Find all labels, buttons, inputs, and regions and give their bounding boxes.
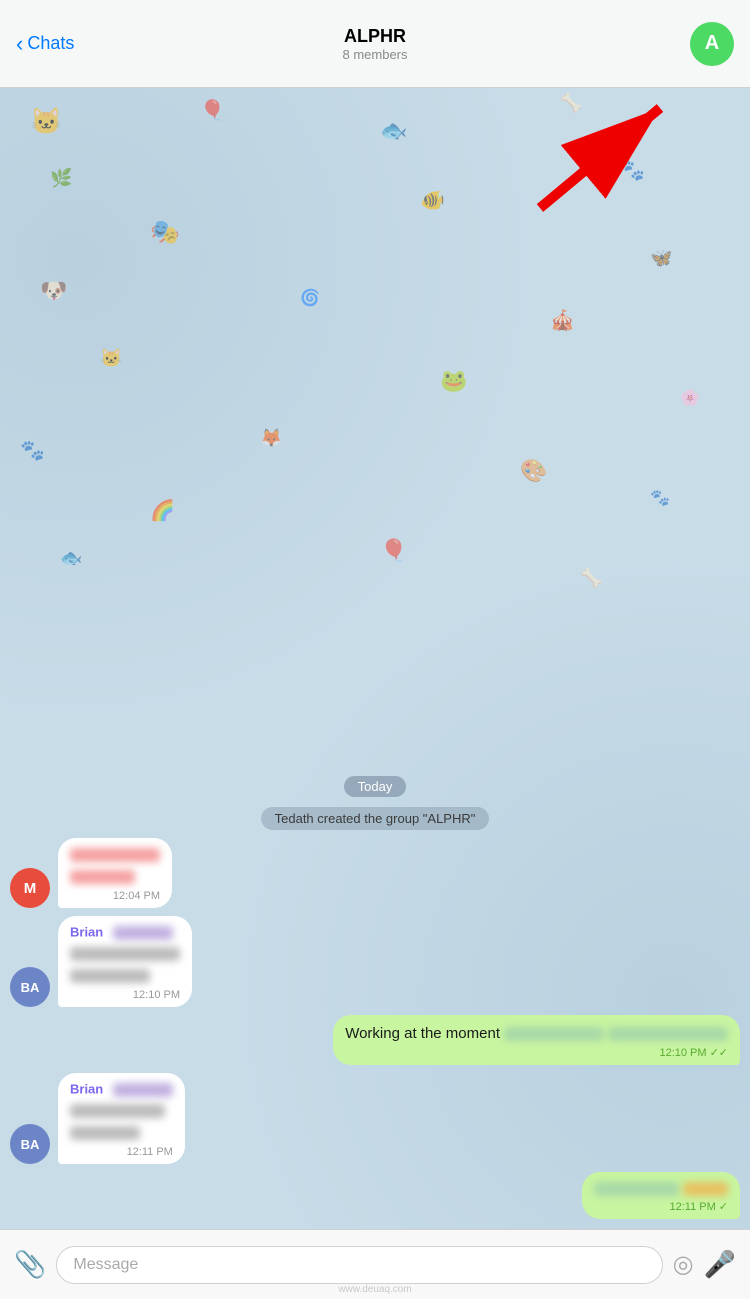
blurred-content — [113, 1083, 173, 1097]
blurred-content — [113, 926, 173, 940]
back-button[interactable]: ‹ Chats — [16, 31, 74, 57]
group-avatar[interactable]: A — [690, 22, 734, 66]
sticker-icon[interactable]: ◎ — [673, 1250, 694, 1279]
back-label[interactable]: Chats — [27, 33, 74, 54]
blurred-content — [70, 947, 180, 961]
blurred-content — [683, 1182, 728, 1196]
table-row: Working at the moment 12:10 PM ✓✓ — [10, 1015, 740, 1065]
chat-title[interactable]: ALPHR — [342, 26, 407, 47]
system-message: Tedath created the group "ALPHR" — [261, 807, 490, 830]
blurred-content — [70, 848, 160, 862]
sender-name: Brian — [70, 1081, 173, 1099]
table-row: BA Brian 12:11 PM — [10, 1073, 740, 1164]
blurred-content — [70, 1126, 140, 1140]
read-receipt: ✓✓ — [710, 1046, 728, 1059]
message-time: 12:10 PM — [659, 1047, 706, 1059]
messages-area: Today Tedath created the group "ALPHR" M… — [0, 766, 750, 1229]
message-bubble: Brian 12:11 PM — [58, 1073, 185, 1164]
message-text: Working at the moment — [345, 1023, 500, 1044]
blurred-content — [594, 1182, 679, 1196]
message-input-bar: 📎 Message ◎ 🎤 www.deuaq.com — [0, 1229, 750, 1299]
date-chip: Today — [344, 776, 407, 797]
blurred-content — [608, 1027, 728, 1041]
microphone-icon[interactable]: 🎤 — [704, 1249, 736, 1280]
message-time: 12:04 PM — [113, 890, 160, 902]
chevron-left-icon: ‹ — [16, 31, 23, 57]
avatar: M — [10, 868, 50, 908]
chat-background: 🐱 🎈 🐟 🦴 🌿 🐾 🎭 🐠 🦋 🐶 🌀 🎪 🐱 🐸 🌸 🐾 🦊 🎨 🌈 🐾 … — [0, 88, 750, 1229]
message-input-placeholder[interactable]: Message — [56, 1246, 662, 1284]
avatar: BA — [10, 967, 50, 1007]
blurred-content — [70, 870, 135, 884]
message-time: 12:10 PM — [133, 989, 180, 1001]
blurred-content — [70, 1104, 165, 1118]
attach-icon[interactable]: 📎 — [14, 1249, 46, 1280]
header-center: ALPHR 8 members — [342, 26, 407, 62]
message-bubble: 12:04 PM — [58, 838, 172, 908]
message-bubble: 12:11 PM ✓ — [582, 1172, 740, 1219]
message-bubble: Brian 12:10 PM — [58, 916, 192, 1007]
avatar: BA — [10, 1124, 50, 1164]
watermark: www.deuaq.com — [0, 1284, 750, 1295]
message-time: 12:11 PM — [670, 1201, 716, 1213]
chat-header: ‹ Chats ALPHR 8 members A — [0, 0, 750, 88]
annotation-arrow — [490, 88, 690, 223]
message-time: 12:11 PM — [127, 1146, 173, 1158]
table-row: BA Brian 12:10 PM — [10, 916, 740, 1007]
read-receipt: ✓ — [719, 1200, 728, 1213]
table-row: M 12:04 PM — [10, 838, 740, 908]
blurred-content — [70, 969, 150, 983]
sender-name: Brian — [70, 924, 180, 942]
message-bubble: Working at the moment 12:10 PM ✓✓ — [333, 1015, 740, 1065]
blurred-content — [504, 1027, 604, 1041]
table-row: 12:11 PM ✓ — [10, 1172, 740, 1219]
member-count: 8 members — [342, 47, 407, 62]
